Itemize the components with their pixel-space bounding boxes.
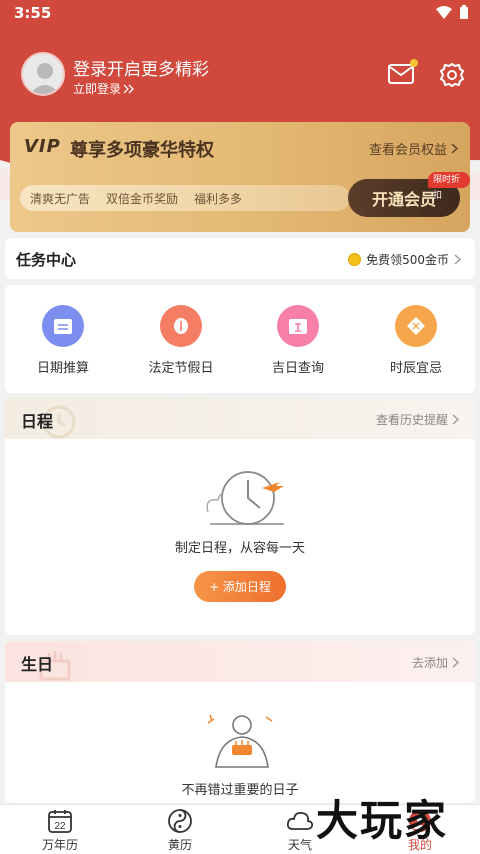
hour-icon [395, 305, 437, 347]
schedule-history-link[interactable]: 查看历史提醒 [376, 411, 459, 428]
vip-perk: 福利多多 [194, 191, 243, 206]
vip-tag: VIP [24, 136, 61, 157]
chevron-right-icon [452, 414, 459, 425]
status-bar: 3:55 [0, 0, 480, 26]
status-icons [436, 5, 468, 19]
calendar-icon: 22 [20, 808, 100, 834]
vip-perk: 双倍金币奖励 [106, 191, 179, 206]
yin-yang-icon [140, 808, 220, 834]
login-title[interactable]: 登录开启更多精彩 [73, 55, 209, 80]
birthday-header: 生日 去添加 [5, 641, 475, 682]
birthday-add-link[interactable]: 去添加 [412, 654, 459, 671]
battery-icon [460, 5, 468, 19]
login-link[interactable]: 立即登录 [73, 80, 135, 97]
tool-label: 法定节假日 [148, 361, 214, 376]
gear-icon [440, 63, 464, 87]
message-button[interactable] [388, 59, 418, 85]
avatar[interactable] [21, 52, 65, 96]
chevron-right-icon [452, 657, 459, 668]
task-center[interactable]: 任务中心 免费领500金币 [5, 238, 475, 279]
vip-benefits-label: 查看会员权益 [368, 143, 447, 158]
vip-title: 尊享多项豪华特权 [70, 140, 214, 161]
add-schedule-button[interactable]: + 添加日程 [194, 571, 286, 602]
tool-label: 日期推算 [36, 361, 89, 376]
vip-perk: 清爽无广告 [30, 191, 91, 206]
double-chevron-right-icon [123, 84, 134, 93]
settings-button[interactable] [439, 62, 465, 88]
coin-icon [348, 253, 362, 266]
discount-badge: 限时折扣 [428, 172, 470, 201]
tab-label: 万年历 [41, 838, 78, 852]
mail-icon [388, 64, 414, 84]
vip-banner[interactable]: VIP 尊享多项豪华特权 查看会员权益 清爽无广告 双倍金币奖励 福利多多 开通… [10, 122, 470, 232]
birthday-empty-illustration [207, 714, 273, 768]
schedule-title: 日程 [21, 412, 54, 431]
birthday-title: 生日 [21, 655, 54, 674]
tool-label: 时辰宜忌 [389, 361, 442, 376]
schedule-empty-text: 制定日程，从容每一天 [174, 541, 305, 556]
lantern-icon [160, 305, 202, 347]
birthday-card: 生日 去添加 不再错过重要的日子 [5, 641, 475, 803]
schedule-header: 日程 查看历史提醒 [5, 398, 475, 439]
lucky-day-icon [277, 305, 319, 347]
calendar-day: 22 [54, 821, 66, 832]
vip-benefits-link[interactable]: 查看会员权益 [369, 139, 458, 158]
tool-lucky-day[interactable]: 吉日查询 [248, 305, 348, 376]
chevron-right-icon [451, 143, 458, 154]
chevron-right-icon [454, 254, 461, 265]
task-reward-label: 免费领500金币 [366, 253, 449, 267]
unread-dot [410, 59, 418, 67]
schedule-card: 日程 查看历史提醒 制定日程，从容每一天 + 添加日程 [5, 398, 475, 635]
task-reward-link[interactable]: 免费领500金币 [348, 251, 461, 268]
status-time: 3:55 [14, 4, 52, 22]
watermark: 大玩家 [316, 796, 449, 845]
tab-label: 黄历 [167, 838, 192, 852]
tool-shortcuts: 日期推算 法定节假日 吉日查询 时辰宜忌 [5, 285, 475, 393]
tab-calendar[interactable]: 22 万年历 [20, 808, 100, 853]
tab-almanac[interactable]: 黄历 [140, 808, 220, 853]
wifi-icon [436, 5, 452, 19]
birthday-add-label: 去添加 [411, 656, 448, 670]
tool-hour[interactable]: 时辰宜忌 [366, 305, 466, 376]
calendar-calc-icon [42, 305, 84, 347]
tool-holidays[interactable]: 法定节假日 [131, 305, 231, 376]
tool-date-calc[interactable]: 日期推算 [13, 305, 113, 376]
vip-perks: 清爽无广告 双倍金币奖励 福利多多 [20, 185, 350, 211]
task-center-title: 任务中心 [16, 251, 77, 269]
tool-label: 吉日查询 [271, 361, 324, 376]
schedule-history-label: 查看历史提醒 [375, 413, 448, 427]
login-link-label: 立即登录 [73, 82, 122, 96]
schedule-empty-illustration [206, 471, 284, 525]
